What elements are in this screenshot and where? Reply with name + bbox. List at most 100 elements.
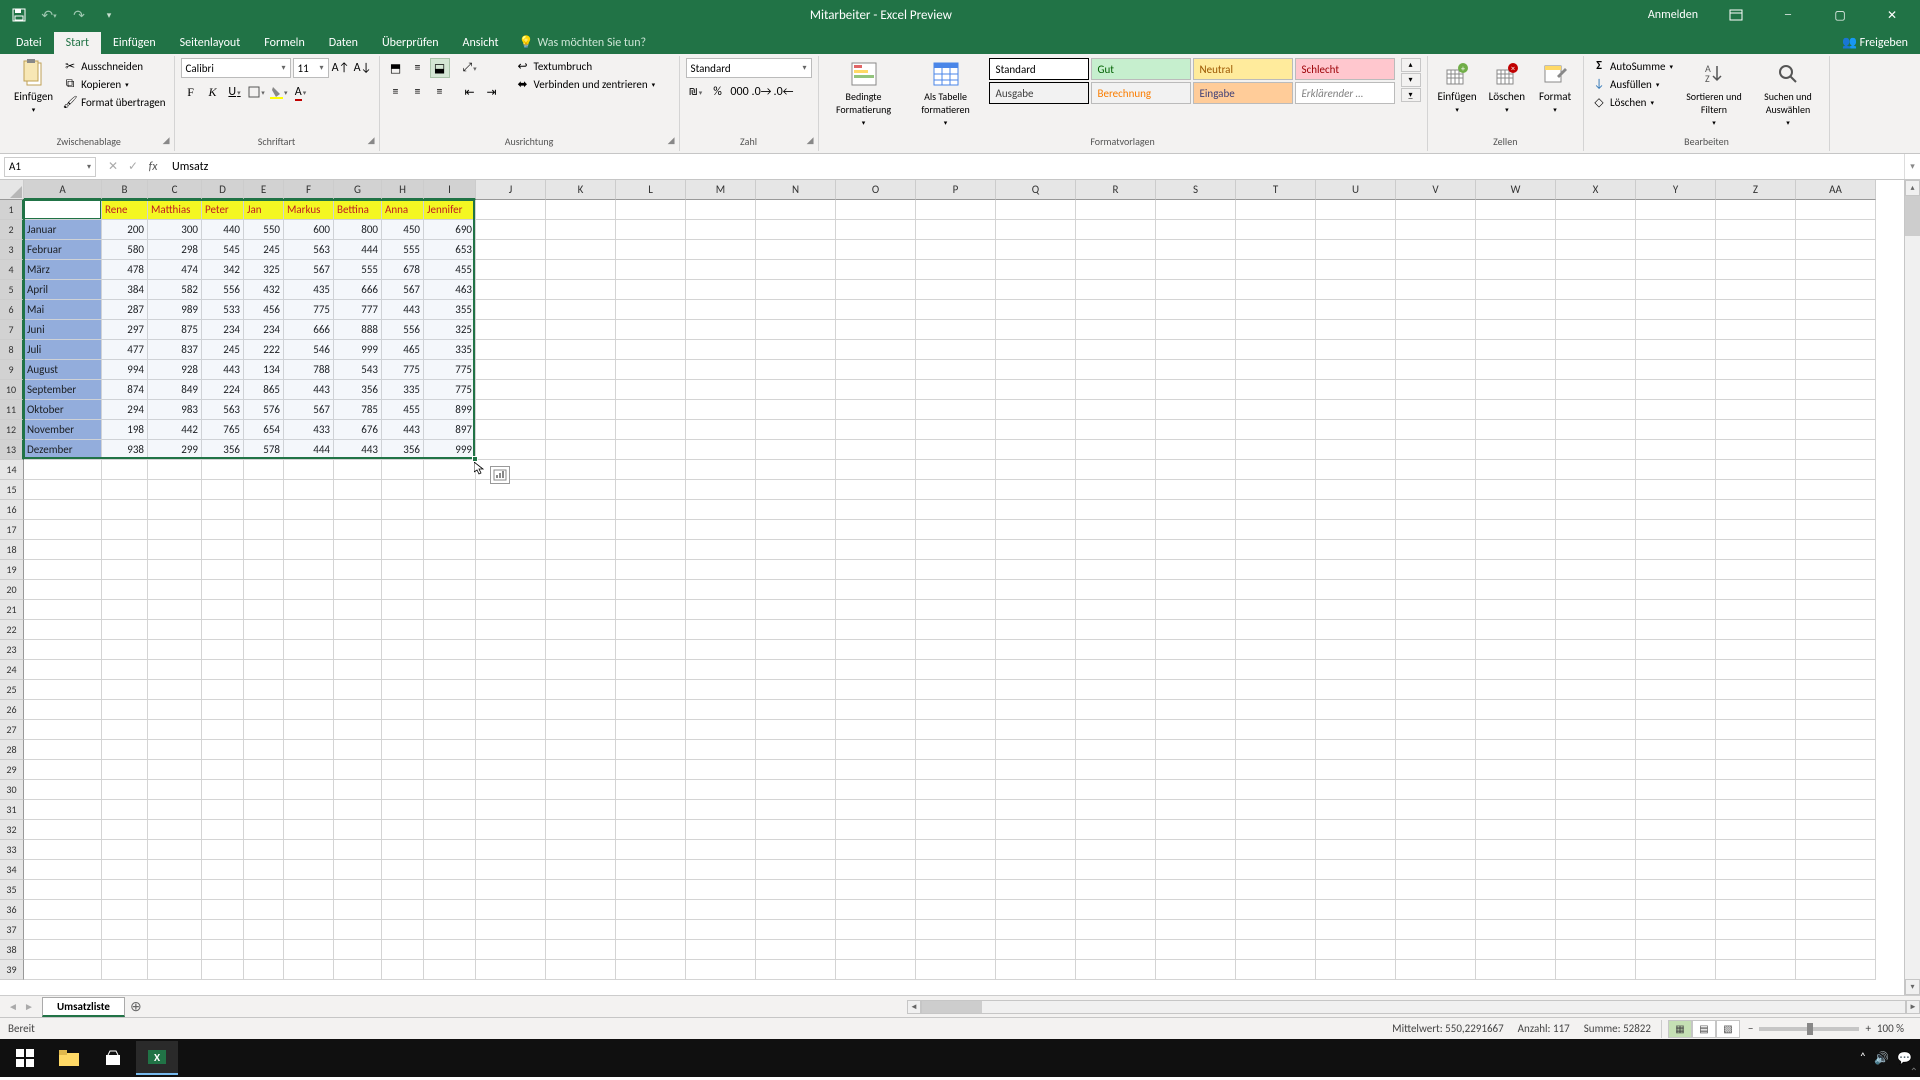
cell[interactable] — [424, 680, 476, 700]
cell[interactable]: 563 — [284, 240, 334, 260]
cell[interactable] — [24, 780, 102, 800]
cell[interactable]: November — [24, 420, 102, 440]
sheet-nav-next-icon[interactable]: ► — [22, 1000, 36, 1014]
cell[interactable] — [546, 460, 616, 480]
cell[interactable] — [1076, 600, 1156, 620]
cell[interactable] — [756, 360, 836, 380]
cell[interactable]: 989 — [148, 300, 202, 320]
cell[interactable] — [996, 860, 1076, 880]
cell[interactable]: Januar — [24, 220, 102, 240]
column-header[interactable]: J — [476, 180, 546, 200]
cell[interactable] — [476, 660, 546, 680]
cell[interactable] — [1316, 740, 1396, 760]
cell[interactable] — [424, 600, 476, 620]
spreadsheet-cells[interactable]: UmsatzReneMatthiasPeterJanMarkusBettinaA… — [24, 200, 1876, 995]
merge-center-button[interactable]: ⬌Verbinden und zentrieren ▾ — [514, 76, 658, 92]
cell[interactable] — [1636, 860, 1716, 880]
cell[interactable] — [686, 640, 756, 660]
cell[interactable] — [24, 620, 102, 640]
cell[interactable] — [1076, 260, 1156, 280]
cell[interactable] — [836, 460, 916, 480]
cell[interactable] — [1636, 220, 1716, 240]
cell[interactable] — [756, 540, 836, 560]
cell[interactable] — [1396, 320, 1476, 340]
scroll-up-icon[interactable]: ▴ — [1905, 180, 1920, 196]
cell[interactable] — [616, 580, 686, 600]
cell[interactable]: 556 — [382, 320, 424, 340]
cell[interactable] — [202, 900, 244, 920]
cell[interactable] — [202, 620, 244, 640]
cell[interactable] — [546, 920, 616, 940]
cell[interactable] — [686, 400, 756, 420]
cell[interactable] — [1076, 820, 1156, 840]
cell[interactable] — [996, 240, 1076, 260]
cell[interactable] — [1236, 340, 1316, 360]
cell[interactable] — [616, 500, 686, 520]
cell[interactable] — [1716, 820, 1796, 840]
cell[interactable] — [1236, 860, 1316, 880]
cell-style-option[interactable]: Ausgabe — [989, 82, 1089, 104]
cell[interactable] — [102, 620, 148, 640]
cell[interactable] — [148, 620, 202, 640]
cell[interactable] — [1156, 820, 1236, 840]
signin-link[interactable]: Anmelden — [1642, 8, 1704, 22]
cell[interactable] — [1476, 380, 1556, 400]
gallery-down-icon[interactable]: ▾ — [1401, 73, 1421, 87]
cell[interactable] — [916, 320, 996, 340]
cell[interactable] — [1476, 220, 1556, 240]
cell[interactable] — [1636, 680, 1716, 700]
cell[interactable] — [1236, 780, 1316, 800]
cell[interactable] — [686, 720, 756, 740]
cell[interactable]: 800 — [334, 220, 382, 240]
cell[interactable] — [1716, 240, 1796, 260]
cell[interactable]: 198 — [102, 420, 148, 440]
cell[interactable] — [1556, 440, 1636, 460]
cell[interactable] — [1476, 200, 1556, 220]
cell[interactable]: 455 — [424, 260, 476, 280]
cell[interactable] — [916, 860, 996, 880]
cell[interactable] — [916, 900, 996, 920]
cell[interactable] — [1636, 660, 1716, 680]
row-header[interactable]: 39 — [0, 960, 24, 980]
cell[interactable] — [756, 200, 836, 220]
cell[interactable] — [476, 380, 546, 400]
sheet-tab[interactable]: Umsatzliste — [42, 997, 125, 1017]
cell[interactable] — [202, 600, 244, 620]
cell[interactable]: 533 — [202, 300, 244, 320]
cell[interactable] — [1076, 460, 1156, 480]
cell[interactable] — [102, 940, 148, 960]
cell[interactable] — [1476, 280, 1556, 300]
cell[interactable] — [334, 480, 382, 500]
cell[interactable] — [1476, 400, 1556, 420]
cell[interactable] — [916, 840, 996, 860]
cell[interactable] — [476, 300, 546, 320]
cell[interactable] — [546, 780, 616, 800]
cell[interactable] — [686, 440, 756, 460]
cell[interactable]: 983 — [148, 400, 202, 420]
cell[interactable] — [1156, 660, 1236, 680]
cell[interactable] — [686, 920, 756, 940]
cell[interactable] — [1396, 880, 1476, 900]
cell[interactable]: 443 — [382, 300, 424, 320]
cell[interactable] — [1636, 460, 1716, 480]
cell[interactable] — [1076, 840, 1156, 860]
cell[interactable] — [476, 940, 546, 960]
cell[interactable] — [1716, 700, 1796, 720]
cell[interactable] — [996, 560, 1076, 580]
cell[interactable] — [382, 500, 424, 520]
insert-cells-button[interactable]: + Einfügen ▾ — [1434, 58, 1481, 116]
cell[interactable] — [202, 700, 244, 720]
cell[interactable] — [148, 640, 202, 660]
cell[interactable] — [424, 560, 476, 580]
cell[interactable] — [102, 540, 148, 560]
cell[interactable] — [916, 720, 996, 740]
cell[interactable] — [24, 540, 102, 560]
cell[interactable] — [382, 820, 424, 840]
cell[interactable] — [244, 560, 284, 580]
cell[interactable] — [148, 800, 202, 820]
cell[interactable] — [148, 820, 202, 840]
cell[interactable] — [546, 680, 616, 700]
cell[interactable] — [1476, 840, 1556, 860]
cell[interactable] — [1236, 960, 1316, 980]
cell[interactable] — [1556, 200, 1636, 220]
